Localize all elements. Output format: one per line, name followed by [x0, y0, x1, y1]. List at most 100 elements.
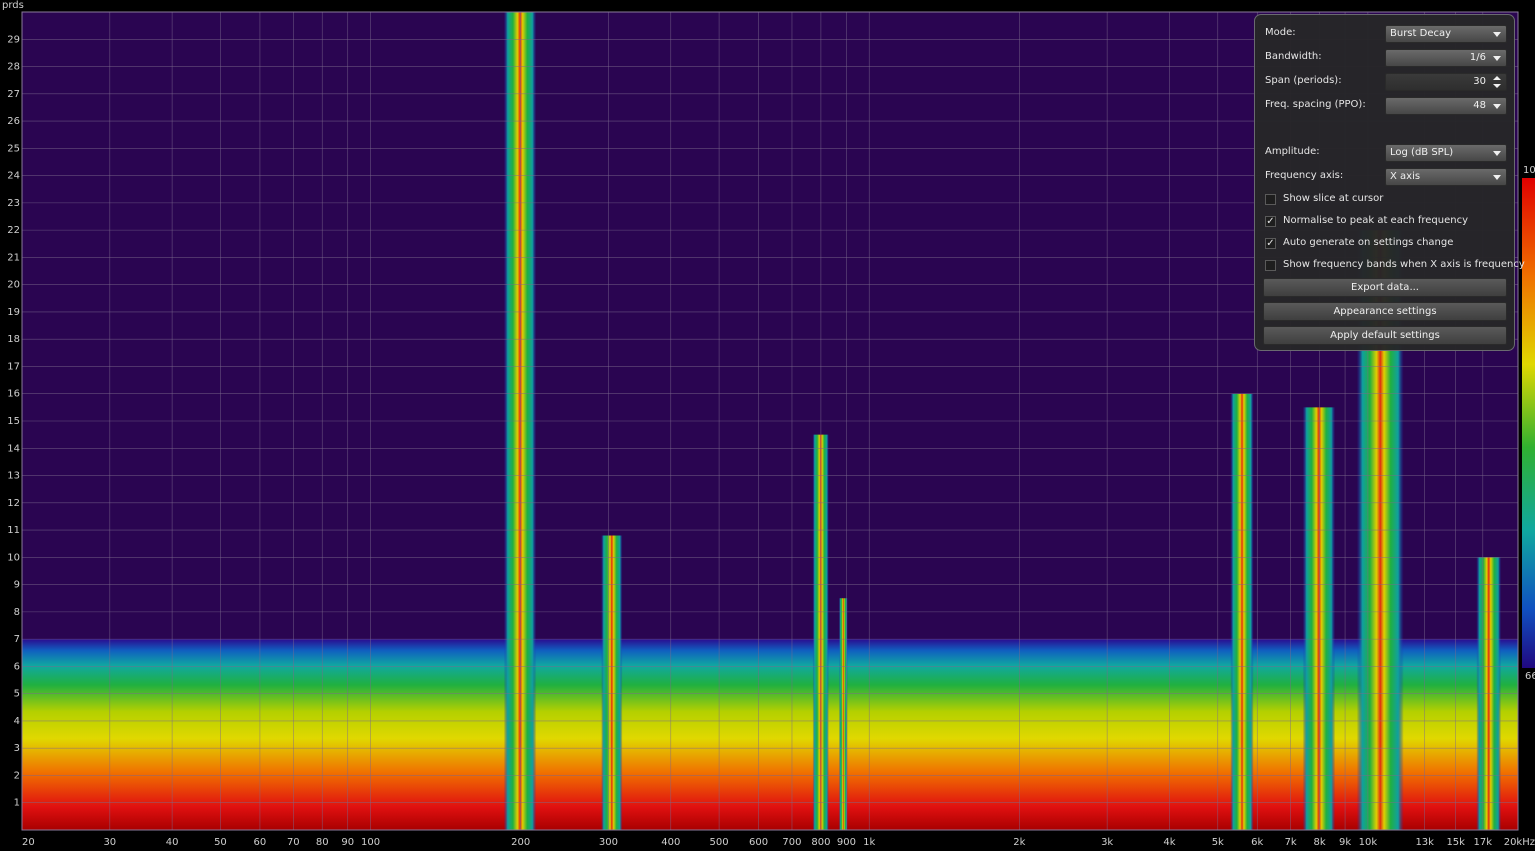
- frequency-axis-value: X axis: [1390, 171, 1421, 182]
- x-tick-label: 500: [710, 837, 729, 848]
- settings-panel: Mode: Burst Decay Bandwidth: 1/6 Span (p…: [1254, 14, 1525, 351]
- chevron-down-icon: [1493, 32, 1501, 37]
- y-tick-label: 25: [7, 143, 20, 154]
- x-tick-label: 1k: [863, 837, 875, 848]
- y-tick-label: 6: [14, 661, 20, 672]
- resonance-peak: [601, 535, 623, 830]
- x-tick-label: 2k: [1013, 837, 1025, 848]
- x-tick-label: 400: [661, 837, 680, 848]
- span-row: Span (periods): 30: [1265, 73, 1509, 91]
- mode-label: Mode:: [1265, 27, 1296, 38]
- y-tick-label: 17: [7, 361, 20, 372]
- y-tick-label: 21: [7, 252, 20, 263]
- span-value: 30: [1473, 76, 1486, 87]
- x-tick-label: 30: [103, 837, 116, 848]
- x-tick-label: 5k: [1212, 837, 1224, 848]
- export-data-button[interactable]: Export data...: [1263, 278, 1507, 297]
- freq-spacing-value: 48: [1473, 100, 1486, 111]
- y-tick-label: 29: [7, 34, 20, 45]
- y-tick-label: 13: [7, 471, 20, 482]
- decay-floor: [22, 639, 1518, 830]
- y-tick-label: 16: [7, 389, 20, 400]
- x-tick-label: 8k: [1313, 837, 1325, 848]
- span-label: Span (periods):: [1265, 75, 1342, 86]
- mode-dropdown[interactable]: Burst Decay: [1385, 25, 1507, 43]
- frequency-axis-label: Frequency axis:: [1265, 170, 1344, 181]
- y-tick-label: 27: [7, 89, 20, 100]
- chevron-down-icon: [1493, 104, 1501, 109]
- y-tick-label: 18: [7, 334, 20, 345]
- resonance-peak: [1302, 407, 1336, 830]
- freq-spacing-label: Freq. spacing (PPO):: [1265, 99, 1366, 110]
- y-tick-label: 23: [7, 198, 20, 209]
- x-tick-label: 300: [599, 837, 618, 848]
- frequency-axis-dropdown[interactable]: X axis: [1385, 168, 1507, 186]
- frequency-axis-row: Frequency axis: X axis: [1265, 168, 1509, 186]
- x-tick-label: 800: [811, 837, 830, 848]
- show-slice-checkbox-row[interactable]: Show slice at cursor: [1265, 192, 1509, 208]
- spin-down-icon[interactable]: [1493, 84, 1501, 88]
- appearance-settings-button[interactable]: Appearance settings: [1263, 302, 1507, 321]
- amplitude-dropdown[interactable]: Log (dB SPL): [1385, 144, 1507, 162]
- x-tick-label: 20kHz: [1504, 837, 1535, 848]
- x-tick-label: 13k: [1415, 837, 1434, 848]
- chevron-down-icon: [1493, 175, 1501, 180]
- show-bands-checkbox-row[interactable]: Show frequency bands when X axis is freq…: [1265, 258, 1525, 274]
- show-bands-label: Show frequency bands when X axis is freq…: [1283, 259, 1525, 270]
- y-axis-label: prds: [2, 0, 24, 11]
- y-tick-label: 11: [7, 525, 20, 536]
- y-tick-label: 14: [7, 443, 20, 454]
- y-tick-label: 26: [7, 116, 20, 127]
- y-tick-label: 10: [7, 552, 20, 563]
- x-tick-label: 700: [782, 837, 801, 848]
- auto-generate-checkbox[interactable]: ✓: [1265, 238, 1276, 249]
- y-tick-label: 19: [7, 307, 20, 318]
- show-slice-checkbox[interactable]: [1265, 194, 1276, 205]
- y-tick-label: 3: [14, 743, 20, 754]
- x-tick-label: 15k: [1446, 837, 1465, 848]
- y-tick-label: 2: [14, 770, 20, 781]
- apply-defaults-button[interactable]: Apply default settings: [1263, 326, 1507, 345]
- freq-spacing-row: Freq. spacing (PPO): 48: [1265, 97, 1509, 115]
- y-tick-label: 24: [7, 171, 20, 182]
- freq-spacing-dropdown[interactable]: 48: [1385, 97, 1507, 115]
- normalise-label: Normalise to peak at each frequency: [1283, 215, 1468, 226]
- y-tick-label: 4: [14, 716, 20, 727]
- x-tick-label: 20: [22, 837, 35, 848]
- x-tick-label: 200: [511, 837, 530, 848]
- x-tick-label: 90: [341, 837, 354, 848]
- x-tick-label: 60: [254, 837, 267, 848]
- mode-value: Burst Decay: [1390, 28, 1452, 39]
- x-tick-label: 7k: [1285, 837, 1297, 848]
- x-tick-label: 900: [837, 837, 856, 848]
- show-bands-checkbox[interactable]: [1265, 260, 1276, 271]
- bandwidth-row: Bandwidth: 1/6: [1265, 49, 1509, 67]
- mode-row: Mode: Burst Decay: [1265, 25, 1509, 43]
- y-tick-label: 1: [14, 798, 20, 809]
- normalise-checkbox-row[interactable]: ✓ Normalise to peak at each frequency: [1265, 214, 1509, 230]
- x-tick-label: 10k: [1359, 837, 1378, 848]
- x-tick-label: 70: [287, 837, 300, 848]
- x-tick-label: 9k: [1339, 837, 1351, 848]
- chevron-down-icon: [1493, 151, 1501, 156]
- amplitude-value: Log (dB SPL): [1390, 147, 1454, 158]
- bandwidth-dropdown[interactable]: 1/6: [1385, 49, 1507, 67]
- y-tick-label: 22: [7, 225, 20, 236]
- y-tick-label: 20: [7, 280, 20, 291]
- x-tick-label: 100: [361, 837, 380, 848]
- amplitude-row: Amplitude: Log (dB SPL): [1265, 144, 1509, 162]
- chevron-down-icon: [1493, 56, 1501, 61]
- x-tick-label: 4k: [1163, 837, 1175, 848]
- y-tick-label: 12: [7, 498, 20, 509]
- spin-up-icon[interactable]: [1493, 76, 1501, 80]
- normalise-checkbox[interactable]: ✓: [1265, 216, 1276, 227]
- x-tick-label: 80: [316, 837, 329, 848]
- colorbar-bottom-label: 66: [1525, 671, 1535, 682]
- span-spinbox[interactable]: 30: [1385, 73, 1507, 91]
- y-tick-label: 15: [7, 416, 20, 427]
- x-tick-label: 6k: [1251, 837, 1263, 848]
- y-tick-label: 5: [14, 689, 20, 700]
- auto-generate-checkbox-row[interactable]: ✓ Auto generate on settings change: [1265, 236, 1509, 252]
- bandwidth-value: 1/6: [1469, 52, 1486, 63]
- x-tick-label: 600: [749, 837, 768, 848]
